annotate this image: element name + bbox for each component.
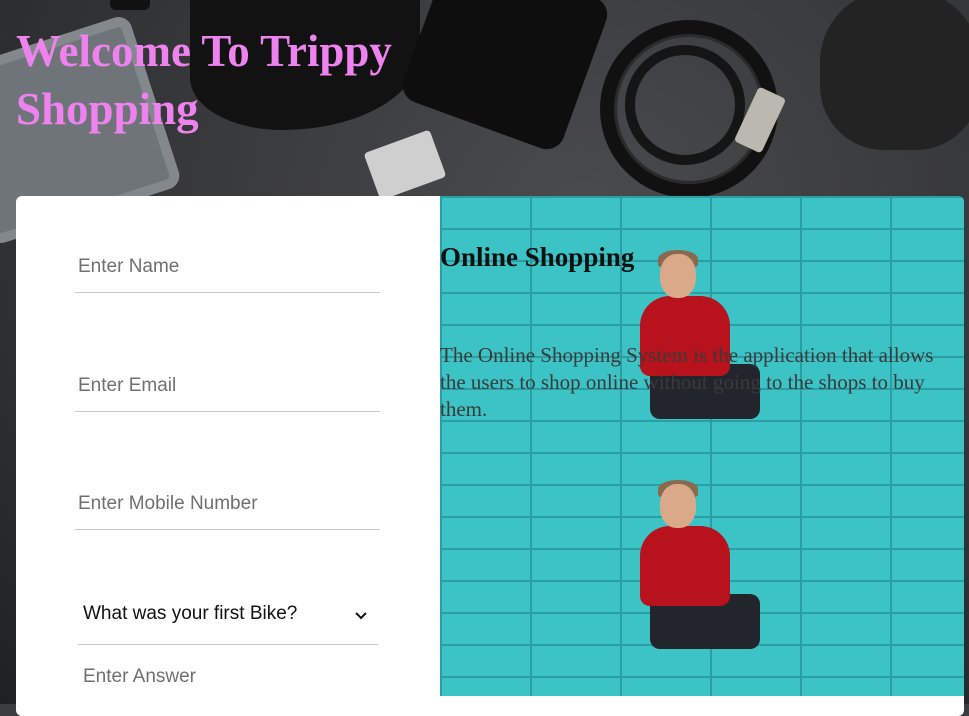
mobile-placeholder: Enter Mobile Number xyxy=(78,493,258,514)
registration-card: Enter Name Enter Email Enter Mobile Numb… xyxy=(16,196,964,716)
registration-form: Enter Name Enter Email Enter Mobile Numb… xyxy=(16,196,440,716)
page-title: Welcome To Trippy Shopping xyxy=(16,22,392,138)
promo-description: The Online Shopping System is the applic… xyxy=(440,343,934,421)
answer-placeholder: Enter Answer xyxy=(83,666,196,687)
name-placeholder: Enter Name xyxy=(78,256,180,277)
name-field[interactable]: Enter Name xyxy=(75,236,380,293)
page-title-line2: Shopping xyxy=(16,84,199,134)
email-field[interactable]: Enter Email xyxy=(75,355,380,412)
answer-field[interactable]: Enter Answer xyxy=(80,646,385,702)
page-title-line1: Welcome To Trippy xyxy=(16,26,392,76)
security-question-select[interactable]: What was your first Bike? xyxy=(78,592,378,645)
promo-heading: Online Shopping xyxy=(440,242,635,272)
security-question-value: What was your first Bike? xyxy=(83,603,298,624)
promo-panel: Online Shopping The Online Shopping Syst… xyxy=(440,196,964,696)
chevron-down-icon xyxy=(355,612,367,620)
mobile-field[interactable]: Enter Mobile Number xyxy=(75,473,380,530)
email-placeholder: Enter Email xyxy=(78,375,177,396)
